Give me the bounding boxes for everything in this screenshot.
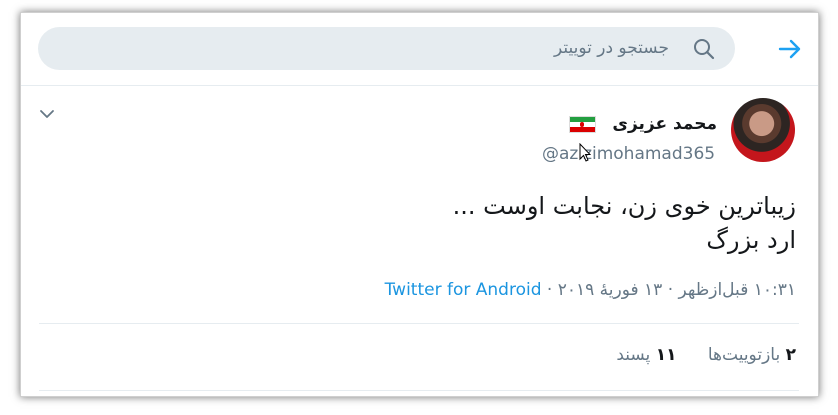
tweet-timestamp[interactable]: ۱۰:۳۱ قبل‌ازظهر · ۱۳ فوریهٔ ۲۰۱۹ <box>558 280 796 300</box>
back-arrow-icon[interactable] <box>776 35 804 63</box>
retweets-stat[interactable]: ۲ بازتوییت‌ها <box>708 345 796 365</box>
tweet-stats: ۲ بازتوییت‌ها ۱۱ پسند <box>590 345 796 365</box>
top-bar: جستجو در توییتر <box>21 13 818 86</box>
tweet-text: زیباترین خوی زن، نجابت اوست ... ارد بزرگ <box>146 189 796 257</box>
retweets-count: ۲ <box>785 345 796 365</box>
tweet-text-line: ارد بزرگ <box>706 226 796 254</box>
retweets-label: بازتوییت‌ها <box>707 345 781 365</box>
chevron-down-icon[interactable] <box>39 106 55 122</box>
tweet-source-link[interactable]: Twitter for Android <box>385 280 542 300</box>
avatar[interactable] <box>731 98 795 162</box>
iran-flag-icon <box>569 116 596 133</box>
likes-stat[interactable]: ۱۱ پسند <box>616 345 676 365</box>
meta-separator: · <box>541 280 558 300</box>
author-handle[interactable]: @azizimohamad365 <box>542 144 715 164</box>
tweet-text-line: زیباترین خوی زن، نجابت اوست ... <box>452 192 796 220</box>
divider <box>39 323 799 324</box>
tweet-meta: ۱۰:۳۱ قبل‌ازظهر · ۱۳ فوریهٔ ۲۰۱۹ · Twitt… <box>385 280 796 300</box>
likes-label: پسند <box>616 345 651 365</box>
search-input[interactable]: جستجو در توییتر <box>38 27 735 70</box>
search-placeholder: جستجو در توییتر <box>553 38 669 58</box>
divider <box>39 390 799 391</box>
likes-count: ۱۱ <box>655 345 677 365</box>
tweet-window: جستجو در توییتر محمد عزیزی @azizimohamad… <box>20 12 819 397</box>
search-icon <box>693 38 715 60</box>
mouse-cursor-icon <box>579 142 592 163</box>
author-name[interactable]: محمد عزیزی <box>612 114 717 134</box>
